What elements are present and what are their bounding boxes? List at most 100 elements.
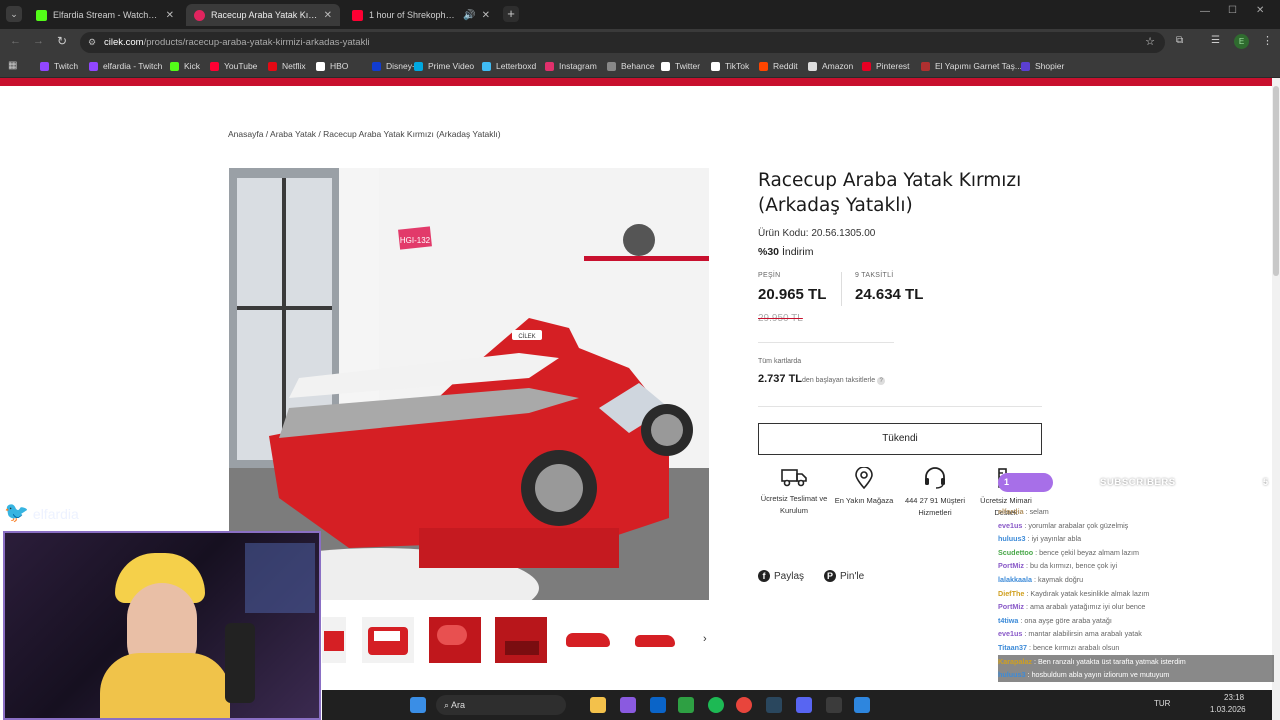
reading-list-icon[interactable]: ☰ [1211,35,1220,46]
chat-username[interactable]: elfardia [998,507,1024,516]
bookmark-shopier[interactable]: Shopier [1021,61,1064,71]
apps-grid-icon[interactable]: ▦ [8,60,17,71]
thumbnail-6[interactable] [629,617,681,663]
close-icon[interactable]: ✕ [166,10,174,21]
extensions-icon[interactable]: ⧉ [1176,35,1183,46]
bookmark-favicon-icon [711,61,720,71]
xbox-icon[interactable] [678,697,694,713]
maximize-button[interactable]: ☐ [1228,5,1237,16]
bookmark-disney[interactable]: Disney+ [372,61,417,71]
bookmark-favicon-icon [482,61,491,71]
cilek-icon [194,9,205,21]
bookmark-kick[interactable]: Kick [170,61,200,71]
scrollbar-thumb[interactable] [1273,86,1279,276]
bookmark-instagram[interactable]: Instagram [545,61,597,71]
back-button[interactable]: ← [10,35,21,47]
thumbnail-5[interactable] [562,617,614,663]
installment-price: 24.634 TL [855,286,924,303]
chat-message: Titaan37 : bence kırmızı arabalı olsun [998,641,1274,655]
taskbar-search[interactable]: ⌕ Ara [436,695,566,715]
sold-out-button[interactable]: Tükendi [758,423,1042,455]
chat-username[interactable]: Karapalaz [998,657,1032,666]
reload-button[interactable]: ↻ [57,34,67,48]
thumbnail-2[interactable] [362,617,414,663]
clock-time[interactable]: 23:18 [1224,693,1244,702]
bookmark-star-icon[interactable]: ☆ [1145,32,1155,53]
bookmark-netflix[interactable]: Netflix [268,61,306,71]
chat-username[interactable]: Scudettoo [998,548,1033,557]
tab-list-button[interactable]: ⌄ [6,6,22,22]
tab-shrekophone[interactable]: 1 hour of Shrekophone - 🔊 ✕ [344,4,498,26]
tab-elfardia-stream[interactable]: Elfardia Stream - Watch Live o... ✕ [28,4,182,26]
profile-avatar[interactable]: E [1234,34,1249,49]
chat-username[interactable]: huluus3 [998,670,1026,679]
clock-date[interactable]: 1.03.2026 [1210,705,1246,714]
outlook-icon[interactable] [650,697,666,713]
bookmark-hbo[interactable]: HBO [316,61,348,71]
thumbnail-4[interactable] [495,617,547,663]
thumbnail-3[interactable] [429,617,481,663]
chat-username[interactable]: t4tiwa [998,616,1018,625]
chat-username[interactable]: DiefThe [998,589,1024,598]
bookmark-tiktok[interactable]: TikTok [711,61,749,71]
start-icon[interactable] [410,697,426,713]
chat-username[interactable]: Titaan37 [998,643,1027,652]
feature-free-delivery[interactable]: Ücretsiz Teslimat ve Kurulum [757,467,831,517]
chat-text: ama arabalı yatağımız iyi olur bence [1029,602,1146,612]
headset-icon [925,467,945,489]
speaker-icon[interactable]: 🔊 [463,10,475,21]
close-icon[interactable]: ✕ [482,10,490,21]
new-tab-button[interactable]: + [503,6,519,22]
chat-username[interactable]: eve1us [998,521,1022,530]
menu-icon[interactable]: ⋮ [1262,34,1273,47]
bookmark-amazon[interactable]: Amazon [808,61,853,71]
chat-username[interactable]: eve1us [998,629,1022,638]
minimize-button[interactable]: — [1200,6,1210,17]
info-icon[interactable]: ? [877,377,886,385]
obs-icon[interactable] [826,697,842,713]
feature-customer-service[interactable]: 444 27 91 Müşteri Hizmetleri [898,467,972,519]
spotify-icon[interactable] [708,697,724,713]
app-icon[interactable] [854,697,870,713]
bookmark-label: Instagram [559,61,597,71]
close-icon[interactable]: ✕ [324,10,332,21]
forward-button[interactable]: → [33,35,44,47]
url-field[interactable]: ⚙ cilek.com/products/racecup-araba-yatak… [80,32,1165,53]
steam-icon[interactable] [766,697,782,713]
bookmark-favicon-icon [372,61,381,71]
bookmark-label: Shopier [1035,61,1065,71]
thumbnail-next-arrow[interactable]: › [703,633,707,645]
feature-nearest-store[interactable]: En Yakın Mağaza [827,467,901,507]
file-explorer-icon[interactable] [590,697,606,713]
chat-username[interactable]: huluus3 [998,534,1026,543]
facebook-share-link[interactable]: f Paylaş [758,570,804,582]
bookmark-youtube[interactable]: YouTube [210,61,257,71]
copilot-icon[interactable] [620,697,636,713]
chat-message: DiefThe : Kaydırak yatak kesinlikle alma… [998,587,1274,601]
chat-username[interactable]: PortMiz [998,561,1024,570]
chat-username[interactable]: lalakkaala [998,575,1032,584]
breadcrumb[interactable]: Anasayfa / Araba Yatak / Racecup Araba Y… [228,129,501,139]
bookmark-elfardia-twitch[interactable]: elfardia - Twitch [89,61,162,71]
discord-icon[interactable] [796,697,812,713]
bookmark-pinterest[interactable]: Pinterest [862,61,910,71]
bookmark-twitch[interactable]: Twitch [40,61,78,71]
tab-racecup-product[interactable]: Racecup Araba Yatak Kırmızı (Ar... ✕ [186,4,340,26]
bookmark-reddit[interactable]: Reddit [759,61,798,71]
chat-username[interactable]: PortMiz [998,602,1024,611]
bookmark-favicon-icon [862,61,871,71]
share-label: Paylaş [774,570,805,582]
bookmark-el-yap-m-garnet-ta[interactable]: El Yapımı Garnet Taş... [921,61,1022,71]
pinterest-share-link[interactable]: P Pin'le [824,570,864,582]
bookmark-behance[interactable]: Behance [607,61,655,71]
bookmark-letterboxd[interactable]: Letterboxd [482,61,536,71]
window-close-button[interactable]: ✕ [1256,5,1264,16]
thumbnail-1[interactable] [322,617,346,663]
chrome-icon[interactable] [736,697,752,713]
bookmark-favicon-icon [759,61,768,71]
site-info-icon[interactable]: ⚙ [88,32,96,53]
bookmark-twitter[interactable]: Twitter [661,61,700,71]
bookmark-prime-video[interactable]: Prime Video [414,61,474,71]
language-indicator[interactable]: TUR [1154,699,1170,708]
chat-message: huluus3 : iyi yayınlar abla [998,532,1274,546]
